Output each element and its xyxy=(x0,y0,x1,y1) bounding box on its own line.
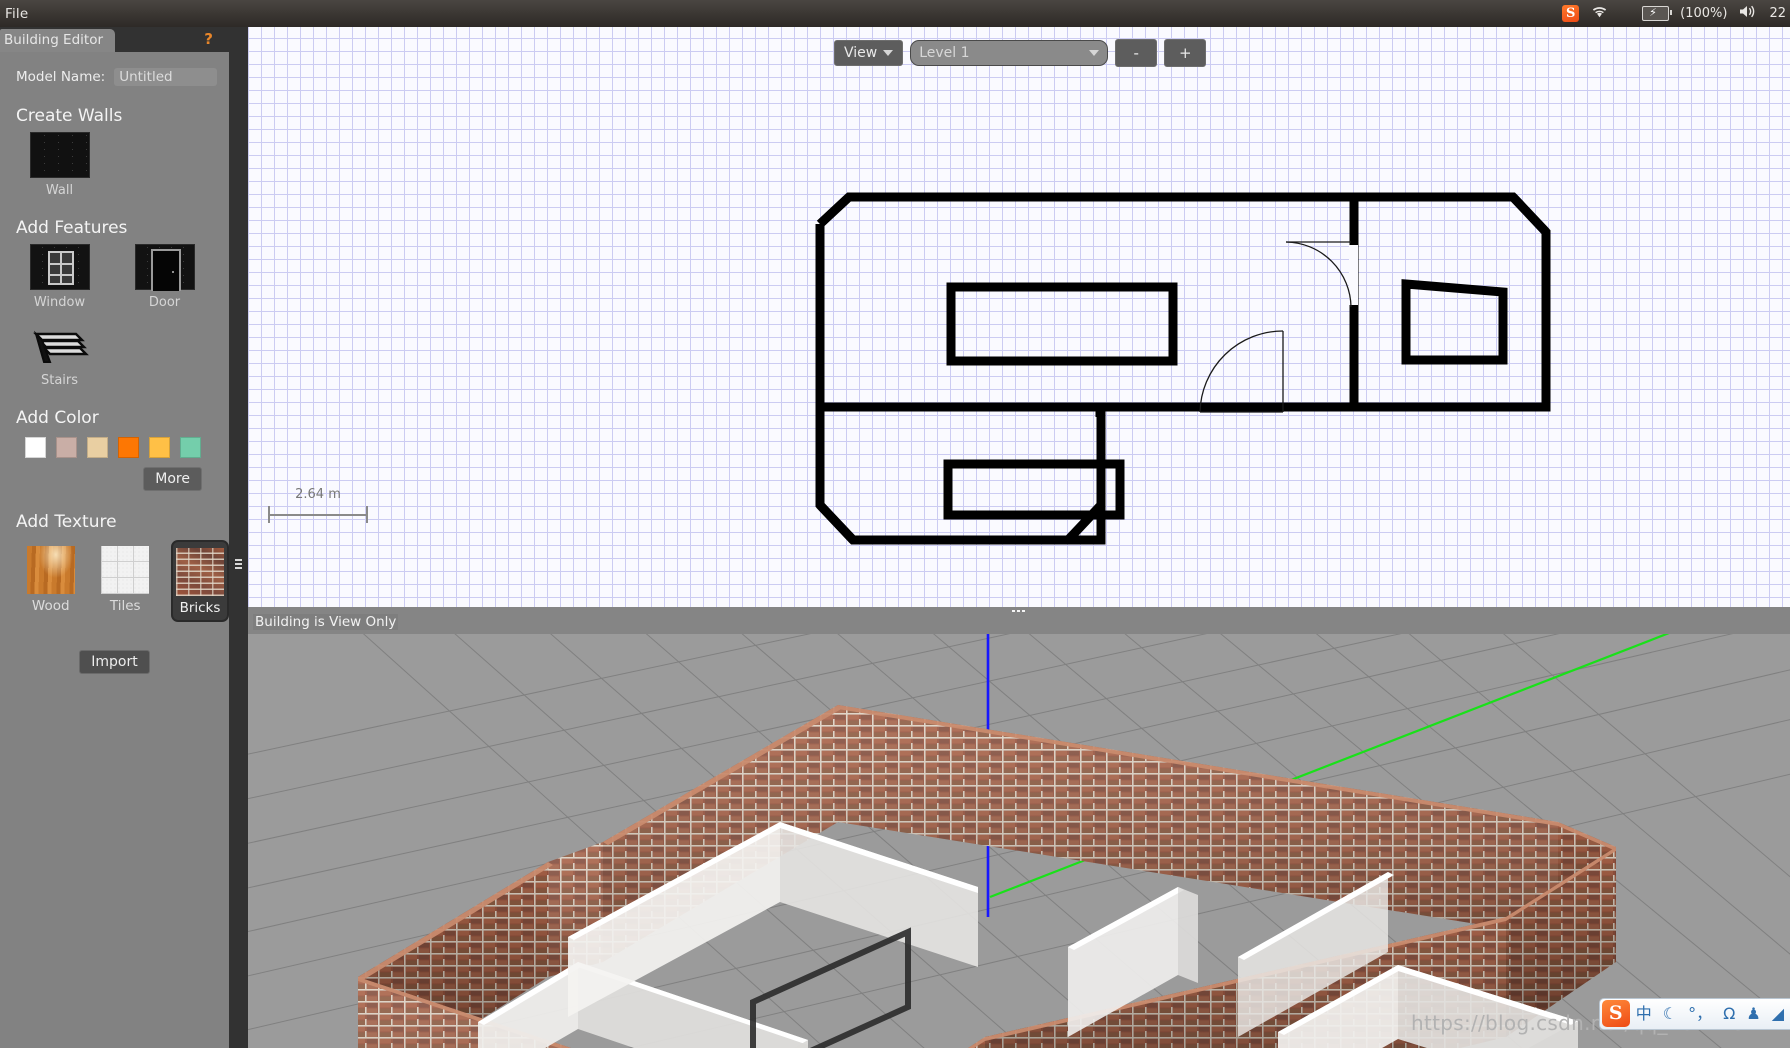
zoom-in-button[interactable]: + xyxy=(1164,39,1207,67)
color-swatch-row xyxy=(0,437,229,458)
editor-2d-toolbar: View Level 1 - + xyxy=(834,39,1207,67)
texture-tiles[interactable]: Tiles xyxy=(96,540,153,622)
tab-building-editor[interactable]: Building Editor xyxy=(0,29,116,52)
add-features-row-2: Stairs xyxy=(0,328,229,388)
more-colors-button[interactable]: More xyxy=(143,467,202,491)
scene-3d-render xyxy=(248,617,1790,1048)
texture-tiles-label: Tiles xyxy=(109,598,141,614)
color-swatch-4[interactable] xyxy=(149,437,170,458)
left-tool-panel: Building Editor ? Model Name: Create Wal… xyxy=(0,27,229,1048)
status-message: Building is View Only xyxy=(253,614,399,630)
tool-window-label: Window xyxy=(33,295,86,310)
door-icon xyxy=(134,244,195,291)
tool-wall-label: Wall xyxy=(45,183,74,198)
color-swatch-2[interactable] xyxy=(87,437,108,458)
import-texture-button[interactable]: Import xyxy=(79,650,150,674)
texture-wood-icon xyxy=(26,546,75,594)
section-title-add-color: Add Color xyxy=(16,408,99,428)
model-name-label: Model Name: xyxy=(16,69,106,85)
tool-stairs-label: Stairs xyxy=(40,373,79,388)
system-top-bar: File S ⚡ (100%) 22 xyxy=(0,0,1790,27)
ime-skin-icon[interactable]: ♟ xyxy=(1746,1006,1760,1022)
ime-menu-icon[interactable]: ◢ xyxy=(1772,1006,1784,1022)
zoom-out-button[interactable]: - xyxy=(1115,39,1158,67)
texture-bricks[interactable]: Bricks xyxy=(170,540,229,622)
tool-door-label: Door xyxy=(148,295,181,310)
texture-bricks-label: Bricks xyxy=(179,600,221,616)
texture-bricks-icon xyxy=(175,548,224,596)
chevron-down-icon xyxy=(883,50,894,56)
tool-stairs[interactable]: Stairs xyxy=(28,328,91,388)
brick-wall-icon xyxy=(29,132,90,178)
level-select-value: Level 1 xyxy=(919,45,970,61)
panel-splitter-vertical[interactable] xyxy=(229,27,248,1048)
color-swatch-1[interactable] xyxy=(56,437,77,458)
color-swatch-0[interactable] xyxy=(25,437,46,458)
sogou-s-icon[interactable]: S xyxy=(1562,5,1580,22)
tool-window[interactable]: Window xyxy=(28,244,91,310)
level-select[interactable]: Level 1 xyxy=(910,40,1109,66)
volume-icon[interactable] xyxy=(1738,4,1758,23)
scale-bar-line xyxy=(268,506,368,523)
stairs-icon xyxy=(30,328,90,368)
view-menu-label: View xyxy=(844,45,878,61)
color-swatch-3[interactable] xyxy=(118,437,139,458)
color-swatch-5[interactable] xyxy=(180,437,201,458)
model-name-row: Model Name: xyxy=(0,52,229,86)
help-question-icon[interactable]: ? xyxy=(204,30,213,48)
scene-3d-view[interactable]: https://blog.csdn.net/qq_48427527 xyxy=(248,617,1790,1048)
battery-charging-icon[interactable]: ⚡ xyxy=(1642,6,1673,21)
ime-toolbar: S 中 ☾ °， Ω ♟ ◢ xyxy=(1598,998,1790,1030)
splitter-grip-icon xyxy=(235,557,242,569)
texture-wood[interactable]: Wood xyxy=(22,540,79,622)
model-name-input[interactable] xyxy=(114,68,218,86)
scale-bar: 2.64 m xyxy=(268,487,368,523)
tool-wall[interactable]: Wall xyxy=(28,132,91,198)
ime-mode-chinese[interactable]: 中 xyxy=(1636,1006,1652,1022)
status-bar: Building is View Only xyxy=(248,612,1790,634)
floorplan-2d-canvas[interactable]: View Level 1 - + 2.64 m xyxy=(248,27,1790,611)
gazebo-building-editor-window: File S ⚡ (100%) 22 Building Editor ? Mod… xyxy=(0,0,1790,1048)
panel-tabstrip: Building Editor ? xyxy=(0,27,229,52)
ime-punctuation-icon[interactable]: °， xyxy=(1688,1006,1712,1022)
bluetooth-icon[interactable] xyxy=(1620,3,1631,24)
sogou-s-icon[interactable]: S xyxy=(1601,1000,1630,1027)
menu-file[interactable]: File xyxy=(0,6,28,22)
section-title-add-features: Add Features xyxy=(16,218,128,238)
battery-label: (100%) xyxy=(1680,6,1728,21)
section-title-create-walls: Create Walls xyxy=(16,106,123,126)
texture-row: Wood Tiles Bricks xyxy=(0,540,229,622)
wifi-icon[interactable] xyxy=(1590,4,1609,23)
view-menu-button[interactable]: View xyxy=(834,40,904,66)
system-tray: S ⚡ (100%) 22 xyxy=(1562,0,1786,27)
add-features-row-1: Window Door xyxy=(0,244,229,310)
clock[interactable]: 22 xyxy=(1769,6,1786,21)
tool-door[interactable]: Door xyxy=(133,244,196,310)
texture-wood-label: Wood xyxy=(31,598,70,614)
window-icon xyxy=(29,244,90,290)
ime-symbol-icon[interactable]: Ω xyxy=(1723,1006,1735,1022)
texture-tiles-icon xyxy=(101,546,150,594)
create-walls-row: Wall xyxy=(0,132,229,198)
section-title-add-texture: Add Texture xyxy=(16,512,117,532)
floorplan-drawing xyxy=(815,192,1551,545)
scale-bar-label: 2.64 m xyxy=(295,487,341,502)
panel-body: Model Name: Create Walls Wall Add Featur… xyxy=(0,52,229,1048)
chevron-down-icon xyxy=(1089,50,1100,56)
ime-moon-icon[interactable]: ☾ xyxy=(1663,1006,1677,1022)
